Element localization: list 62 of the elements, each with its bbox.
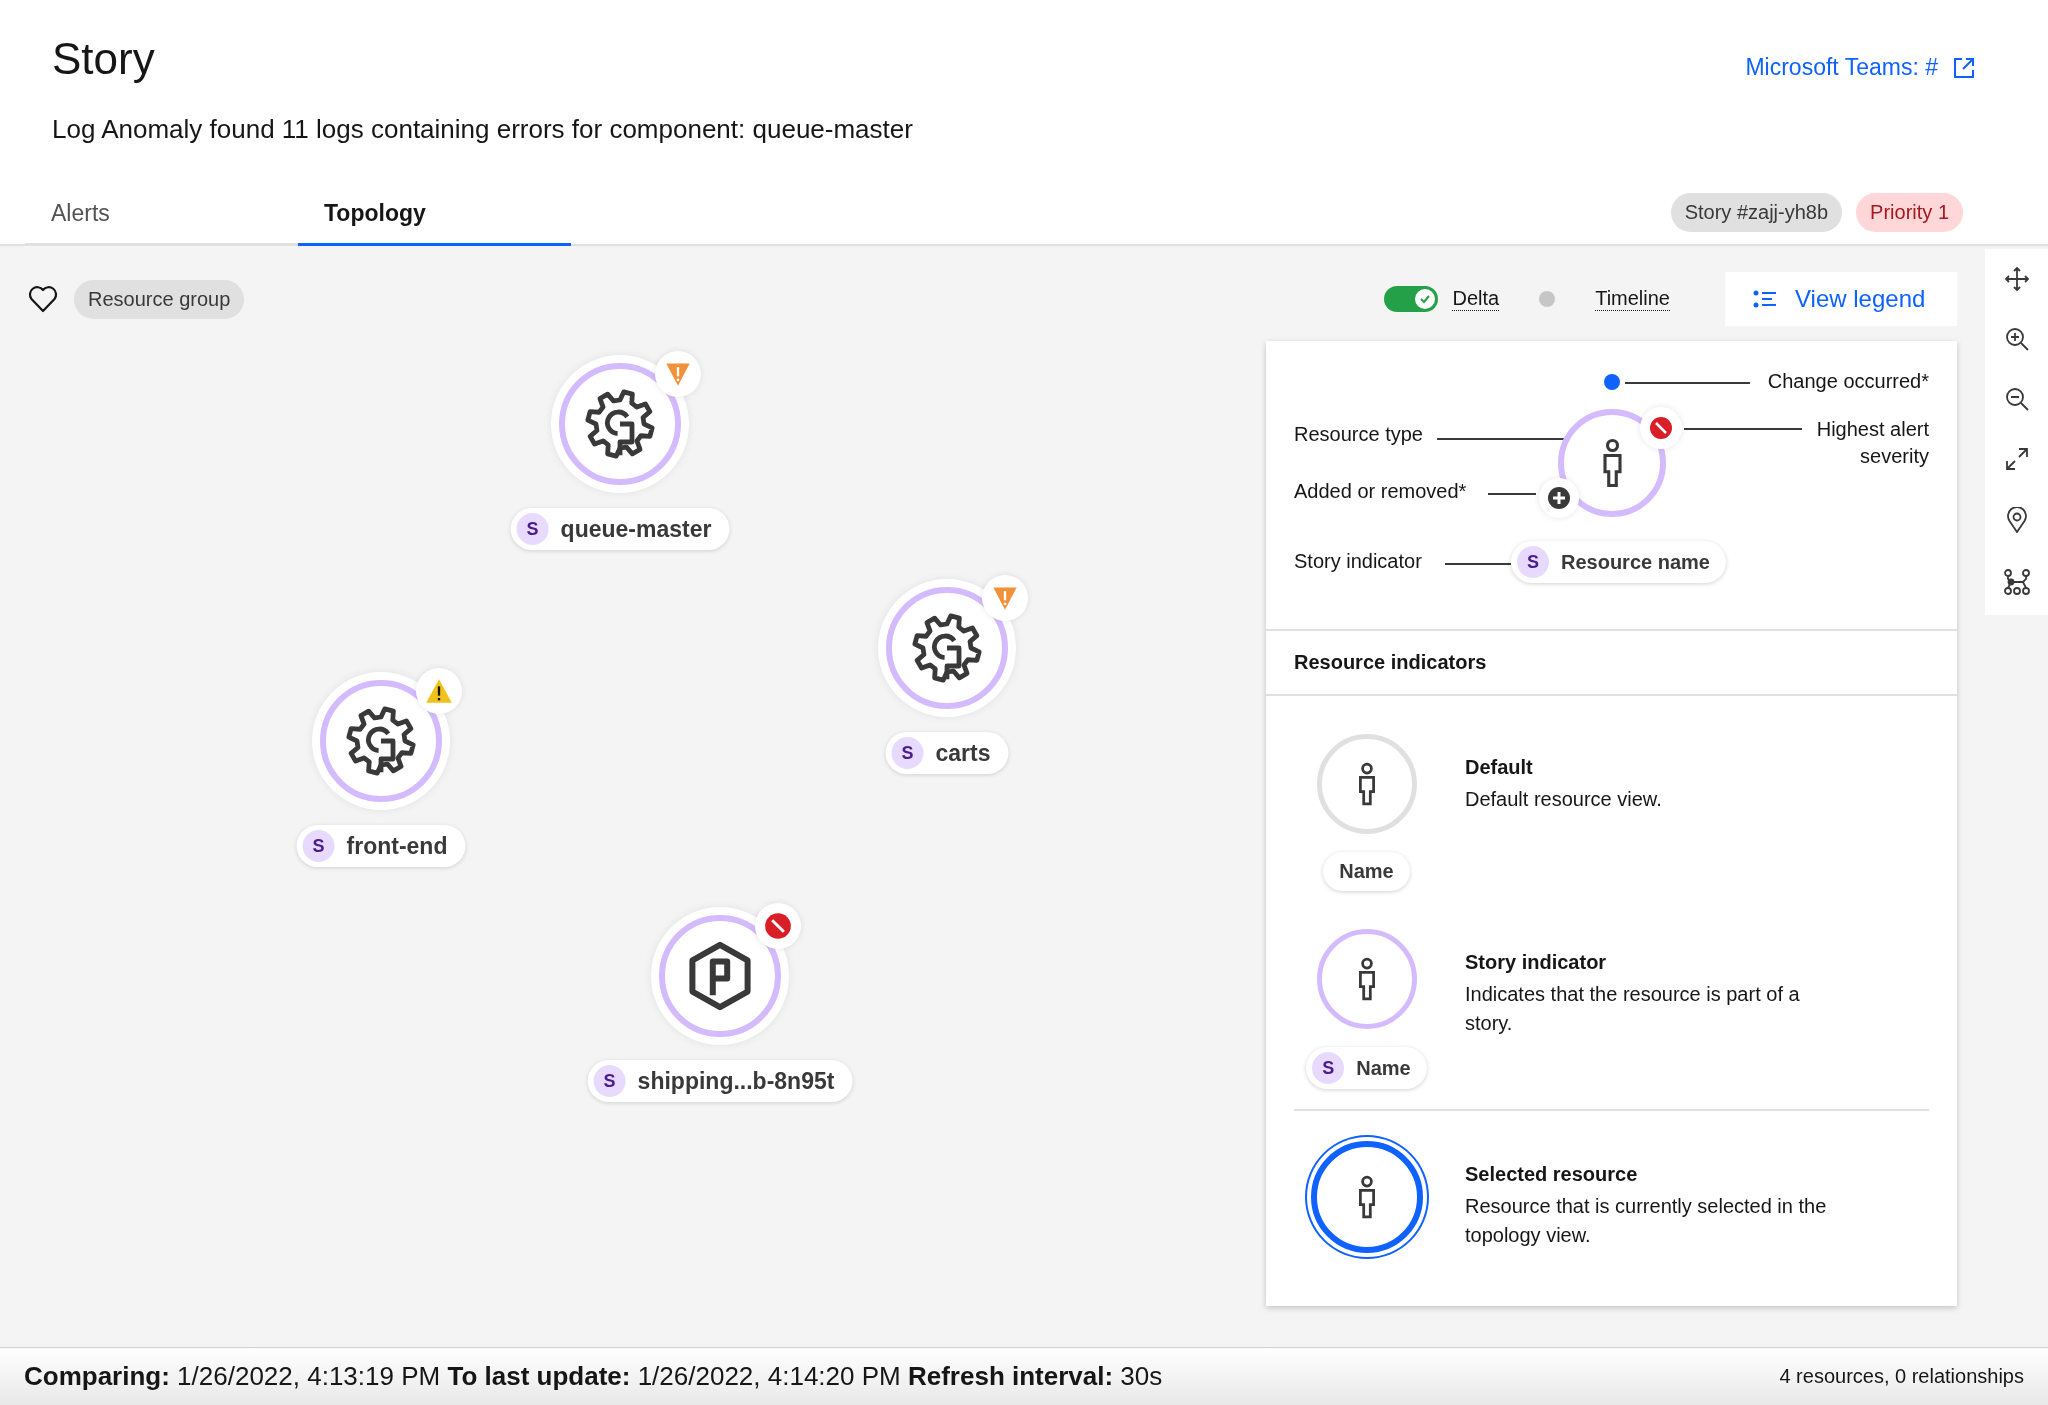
resource-name: Name	[1339, 860, 1394, 883]
heart-icon[interactable]	[28, 285, 58, 313]
critical-icon	[1649, 416, 1673, 440]
indicator-title: Selected resource	[1465, 1163, 1639, 1186]
story-badge: S	[891, 737, 924, 769]
legend-label: Story indicator	[1294, 550, 1422, 573]
list-icon	[1753, 289, 1777, 309]
gear-icon	[345, 705, 417, 777]
tag: Priority 1	[1856, 193, 1963, 232]
indicator-title: Default	[1465, 756, 1534, 779]
node-label[interactable]: S shipping...b-8n95t	[587, 1060, 853, 1102]
story-badge: S	[593, 1065, 626, 1097]
delta-label[interactable]: Delta	[1452, 287, 1500, 311]
plus-icon	[1547, 486, 1571, 510]
section-title: Resource indicators	[1266, 631, 1957, 696]
view-legend-button[interactable]: View legend	[1725, 272, 1957, 326]
indicator-description: Indicates that the resource is part of a story.	[1465, 982, 1801, 1036]
story-badge: S	[1312, 1052, 1345, 1084]
fit-to-screen-icon[interactable]	[2004, 447, 2029, 471]
location-pin-icon[interactable]	[2006, 507, 2027, 533]
leader-line	[1445, 563, 1511, 565]
page-title: Story	[52, 34, 155, 84]
story-badge: S	[302, 830, 335, 862]
node-label[interactable]: S queue-master	[510, 508, 730, 550]
external-link-icon	[1952, 55, 1976, 80]
delta-toggle[interactable]	[1384, 286, 1439, 312]
leader-line	[1488, 493, 1536, 495]
story-badge: S	[1517, 546, 1549, 578]
warning-icon	[425, 677, 453, 705]
node-label[interactable]: S front-end	[296, 825, 466, 867]
resource-summary: 4 resources, 0 relationships	[1779, 1365, 2024, 1388]
move-icon[interactable]	[2004, 267, 2029, 291]
network-icon[interactable]	[2003, 569, 2030, 595]
tag: Story #zajj-yh8b	[1670, 193, 1843, 232]
legend-label: Highest alert severity	[1815, 417, 1929, 469]
resource-name: front-end	[346, 832, 448, 860]
story-description: Log Anomaly found 11 logs containing errors for component: queue-master	[51, 113, 914, 145]
teams-link[interactable]: Microsoft Teams: #	[1745, 54, 1976, 81]
indicator-title: Story indicator	[1465, 951, 1608, 974]
indicator-description: Resource that is currently selected in the topology view.	[1465, 1194, 1828, 1248]
comparison-info: Comparing: 1/26/2022, 4:13:19 PM To last update: 1/26/2022, 4:14:20 PM Refresh interval: 30s	[24, 1361, 1163, 1392]
legend-label: Change occurred*	[1767, 370, 1929, 393]
story-badge: S	[516, 513, 549, 545]
resource-name: Resource name	[1561, 550, 1710, 574]
resource-name: Name	[1356, 1056, 1411, 1080]
resource-name: carts	[935, 739, 991, 767]
zoom-out-icon[interactable]	[2004, 387, 2029, 411]
resource-name: shipping...b-8n95t	[637, 1067, 835, 1095]
zoom-in-icon[interactable]	[2004, 327, 2029, 351]
check-icon	[1419, 293, 1432, 305]
timeline-label[interactable]: Timeline	[1595, 287, 1670, 311]
legend-label: Resource type	[1294, 423, 1423, 446]
legend-label: Added or removed*	[1294, 480, 1467, 503]
indicator-description: Default resource view.	[1465, 787, 1663, 812]
timeline-toggle[interactable]	[1539, 291, 1556, 307]
critical-icon	[764, 912, 792, 940]
gear-icon	[911, 612, 983, 684]
node-label[interactable]: S carts	[885, 732, 1009, 774]
resource-group-tag: Resource group	[74, 279, 245, 319]
change-dot-icon	[1603, 373, 1621, 391]
resource-name: queue-master	[560, 515, 712, 543]
gear-icon	[584, 388, 656, 460]
